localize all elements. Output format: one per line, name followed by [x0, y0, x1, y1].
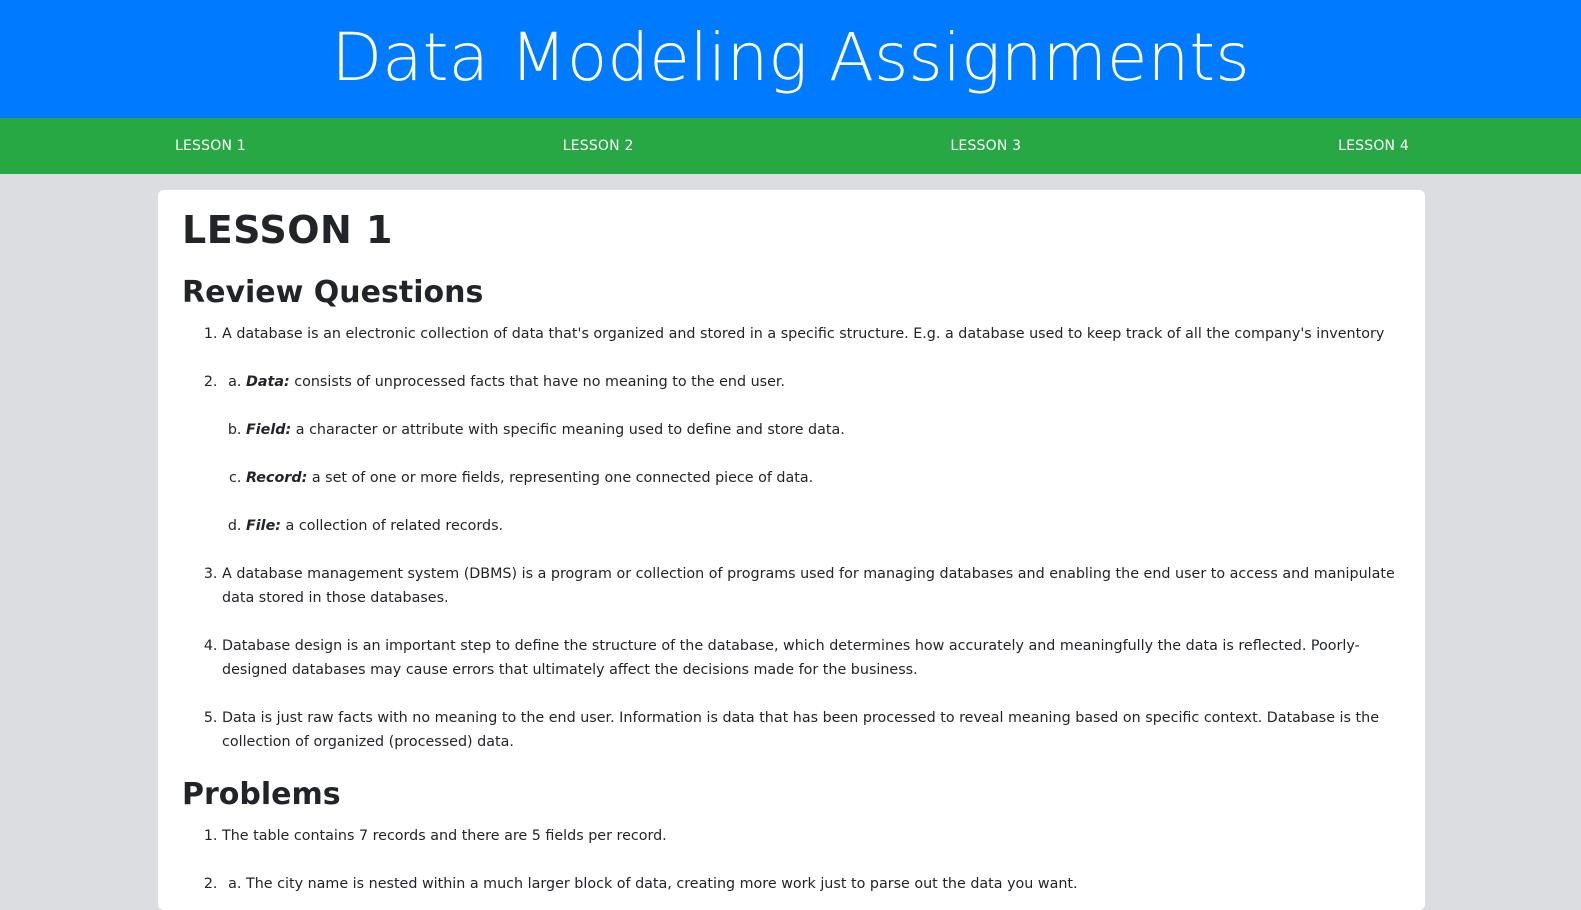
lesson-nav: LESSON 1 LESSON 2 LESSON 3 LESSON 4 [0, 118, 1581, 174]
term-field: Field: [246, 422, 292, 438]
definition-file: File: a collection of related records. [246, 514, 1401, 538]
problems-heading: Problems [182, 777, 341, 812]
definition-record-text: a set of one or more fields, representin… [307, 470, 814, 486]
page-header: Data Modeling Assignments [0, 0, 1581, 118]
nav-lesson-4[interactable]: LESSON 4 [1338, 138, 1409, 154]
review-questions-heading: Review Questions [182, 275, 484, 310]
definition-field: Field: a character or attribute with spe… [246, 418, 1401, 442]
nav-lesson-1[interactable]: LESSON 1 [175, 138, 246, 154]
definition-record: Record: a set of one or more fields, rep… [246, 466, 1401, 490]
definition-file-text: a collection of related records. [280, 518, 504, 534]
problem-2a: The city name is nested within a much la… [246, 872, 1401, 896]
definition-field-text: a character or attribute with specific m… [291, 422, 845, 438]
problem-1: The table contains 7 records and there a… [222, 824, 1401, 848]
review-question-5: Data is just raw facts with no meaning t… [222, 706, 1401, 754]
review-questions-list: A database is an electronic collection o… [182, 322, 1401, 754]
term-record: Record: [246, 470, 308, 486]
site-title: Data Modeling Assignments [331, 18, 1250, 96]
term-data: Data: [246, 374, 290, 390]
nav-lesson-3[interactable]: LESSON 3 [950, 138, 1021, 154]
lesson-title: LESSON 1 [182, 208, 393, 252]
review-question-1: A database is an electronic collection o… [222, 322, 1401, 346]
nav-lesson-2[interactable]: LESSON 2 [563, 138, 634, 154]
review-question-2: Data: consists of unprocessed facts that… [222, 370, 1401, 538]
review-question-3: A database management system (DBMS) is a… [222, 562, 1401, 610]
term-file: File: [246, 518, 281, 534]
problem-2: The city name is nested within a much la… [222, 872, 1401, 896]
review-question-2-sublist: Data: consists of unprocessed facts that… [222, 370, 1401, 538]
review-question-4: Database design is an important step to … [222, 634, 1401, 682]
definition-data-text: consists of unprocessed facts that have … [289, 374, 786, 390]
problems-list: The table contains 7 records and there a… [182, 824, 1401, 896]
problem-2-sublist: The city name is nested within a much la… [222, 872, 1401, 896]
lesson-card: LESSON 1 Review Questions A database is … [158, 190, 1425, 910]
definition-data: Data: consists of unprocessed facts that… [246, 370, 1401, 394]
